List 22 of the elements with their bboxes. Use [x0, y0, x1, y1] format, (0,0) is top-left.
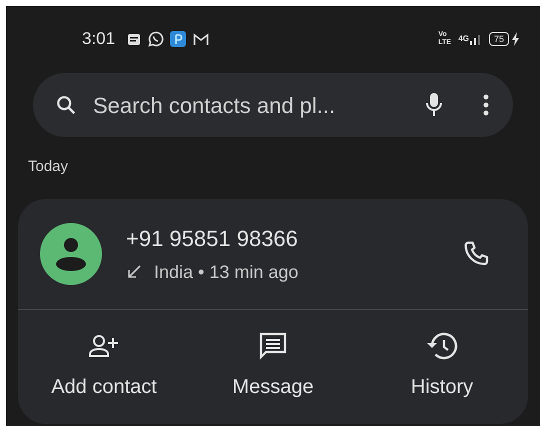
microphone-icon[interactable]	[425, 92, 443, 118]
phone-number: +91 95851 98366	[126, 224, 299, 252]
chat-bubble-icon	[148, 31, 164, 47]
more-options-icon[interactable]	[483, 93, 489, 117]
app-icon	[170, 31, 186, 47]
status-time: 3:01	[82, 28, 116, 50]
signal-icon	[468, 32, 483, 46]
section-header: Today	[28, 157, 68, 177]
battery-indicator: 75	[488, 32, 509, 46]
notes-icon	[127, 32, 142, 46]
search-icon	[55, 94, 77, 116]
avatar-icon	[40, 222, 102, 284]
network-type: 4G	[458, 33, 469, 45]
call-details: India • 13 min ago	[154, 260, 298, 284]
message-icon	[258, 330, 288, 360]
history-button[interactable]: History	[372, 330, 512, 402]
search-field[interactable]: Search contacts and pl...	[33, 73, 513, 137]
message-button[interactable]: Message	[203, 330, 343, 402]
history-icon	[426, 330, 458, 360]
add-person-icon	[89, 334, 119, 358]
add-contact-button[interactable]: Add contact	[34, 330, 174, 402]
mail-icon	[193, 32, 210, 46]
